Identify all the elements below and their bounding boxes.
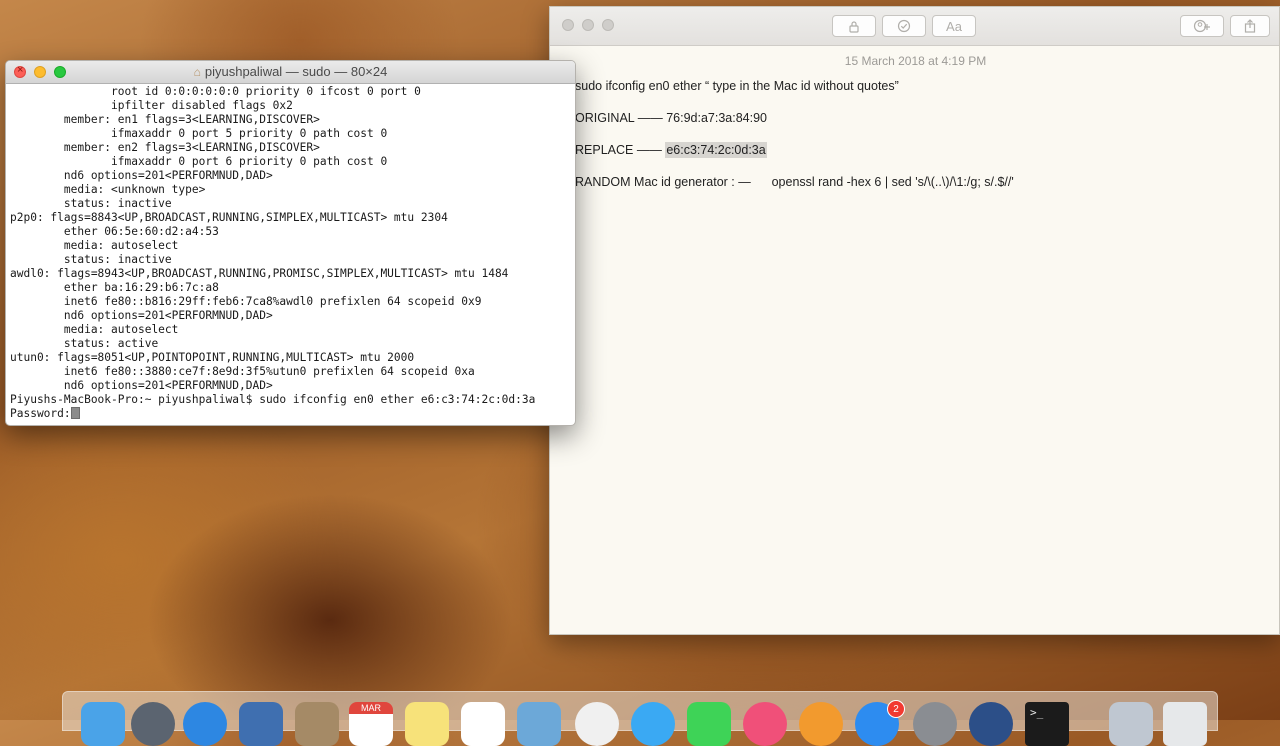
terminal-line: ifmaxaddr 0 port 6 priority 0 path cost …	[10, 155, 388, 168]
terminal-line: member: en2 flags=3<LEARNING,DISCOVER>	[10, 141, 320, 154]
terminal-line: nd6 options=201<PERFORMNUD,DAD>	[10, 379, 273, 392]
terminal-line: inet6 fe80::3880:ce7f:8e9d:3f5%utun0 pre…	[10, 365, 475, 378]
photo-browser-icon[interactable]	[517, 702, 561, 746]
home-folder-icon: ⌂	[193, 65, 201, 79]
terminal-glyph: >_	[1030, 706, 1044, 719]
checkmark-circle-icon	[897, 19, 911, 33]
lock-icon	[849, 20, 859, 33]
terminal-line: status: inactive	[10, 197, 172, 210]
terminal-line: p2p0: flags=8843<UP,BROADCAST,RUNNING,SI…	[10, 211, 448, 224]
terminal-line: ether 06:5e:60:d2:a4:53	[10, 225, 219, 238]
note-line-prefix: REPLACE ——	[575, 143, 666, 157]
note-line[interactable]: RANDOM Mac id generator : — openssl rand…	[575, 174, 1265, 206]
terminal-window[interactable]: ⌂piyushpaliwal — sudo — 80×24 root id 0:…	[5, 60, 576, 426]
terminal-title-text: piyushpaliwal — sudo — 80×24	[204, 64, 388, 79]
format-button[interactable]: Aa	[932, 15, 976, 37]
downloads-icon[interactable]	[1109, 702, 1153, 746]
launchpad-icon[interactable]	[131, 702, 175, 746]
messages-icon[interactable]	[631, 702, 675, 746]
terminal-title: ⌂ piyushpaliwal — sudo — 80×24	[6, 61, 575, 83]
system-preferences-icon[interactable]	[913, 702, 957, 746]
safari-icon[interactable]	[183, 702, 227, 746]
terminal-line: media: autoselect	[10, 239, 179, 252]
ibooks-icon[interactable]	[799, 702, 843, 746]
notes-zoom-button[interactable]	[602, 19, 614, 31]
photos-icon[interactable]	[575, 702, 619, 746]
notes-window[interactable]: Aa 15 March 2018 at 4:19 PM sudo ifconfi…	[549, 6, 1280, 635]
preview-icon[interactable]	[239, 702, 283, 746]
app-store-icon[interactable]: 2	[855, 700, 905, 746]
notes-window-controls	[562, 19, 614, 31]
finder-icon[interactable]	[81, 702, 125, 746]
share-button[interactable]	[1230, 15, 1270, 37]
notes-minimize-button[interactable]	[582, 19, 594, 31]
calendar-month: MAR	[349, 702, 393, 714]
terminal-password-line[interactable]: Password:	[10, 407, 571, 421]
note-line[interactable]: sudo ifconfig en0 ether “ type in the Ma…	[575, 78, 1265, 110]
add-people-button[interactable]	[1180, 15, 1224, 37]
lock-note-button[interactable]	[832, 15, 876, 37]
terminal-line: member: en1 flags=3<LEARNING,DISCOVER>	[10, 113, 320, 126]
dock: MAR 2 >_	[62, 691, 1218, 746]
terminal-line: status: active	[10, 337, 159, 350]
terminal-icon[interactable]: >_	[1025, 702, 1069, 746]
terminal-line: ifmaxaddr 0 port 5 priority 0 path cost …	[10, 127, 388, 140]
terminal-line: status: inactive	[10, 253, 172, 266]
format-label: Aa	[946, 18, 962, 34]
terminal-command-line: Piyushs-MacBook-Pro:~ piyushpaliwal$ sud…	[10, 393, 536, 406]
note-date: 15 March 2018 at 4:19 PM	[844, 54, 987, 68]
contacts-icon[interactable]	[295, 702, 339, 746]
terminal-line: awdl0: flags=8943<UP,BROADCAST,RUNNING,P…	[10, 267, 509, 280]
notes-toolbar: Aa	[550, 7, 1279, 46]
note-line[interactable]: ORIGINAL —— 76:9d:a7:3a:84:90	[575, 110, 1265, 142]
terminal-line: inet6 fe80::b816:29ff:feb6:7ca8%awdl0 pr…	[10, 295, 482, 308]
terminal-line: root id 0:0:0:0:0:0 priority 0 ifcost 0 …	[10, 85, 421, 98]
trash-icon[interactable]	[1163, 702, 1207, 746]
checklist-button[interactable]	[882, 15, 926, 37]
notes-close-button[interactable]	[562, 19, 574, 31]
app-store-badge: 2	[887, 700, 905, 718]
password-prompt: Password:	[10, 407, 71, 420]
reminders-icon[interactable]	[461, 702, 505, 746]
terminal-line: media: <unknown type>	[10, 183, 206, 196]
note-body[interactable]: sudo ifconfig en0 ether “ type in the Ma…	[575, 78, 1265, 206]
text-cursor	[70, 407, 80, 419]
share-icon	[1244, 19, 1256, 33]
add-people-icon	[1193, 19, 1210, 33]
notes-icon[interactable]	[405, 702, 449, 746]
terminal-line: utun0: flags=8051<UP,POINTOPOINT,RUNNING…	[10, 351, 415, 364]
terminal-output[interactable]: root id 0:0:0:0:0:0 priority 0 ifcost 0 …	[10, 85, 571, 421]
terminal-line: nd6 options=201<PERFORMNUD,DAD>	[10, 169, 273, 182]
calendar-icon[interactable]: MAR	[349, 702, 393, 746]
terminal-line: ipfilter disabled flags 0x2	[10, 99, 293, 112]
terminal-line: ether ba:16:29:b6:7c:a8	[10, 281, 219, 294]
selected-mac-address[interactable]: e6:c3:74:2c:0d:3a	[665, 142, 767, 158]
facetime-icon[interactable]	[687, 702, 731, 746]
terminal-line: nd6 options=201<PERFORMNUD,DAD>	[10, 309, 273, 322]
quicktime-icon[interactable]	[969, 702, 1013, 746]
terminal-line: media: autoselect	[10, 323, 179, 336]
itunes-icon[interactable]	[743, 702, 787, 746]
terminal-titlebar[interactable]: ⌂piyushpaliwal — sudo — 80×24	[6, 61, 575, 84]
note-line[interactable]: REPLACE —— e6:c3:74:2c:0d:3a	[575, 142, 1265, 174]
